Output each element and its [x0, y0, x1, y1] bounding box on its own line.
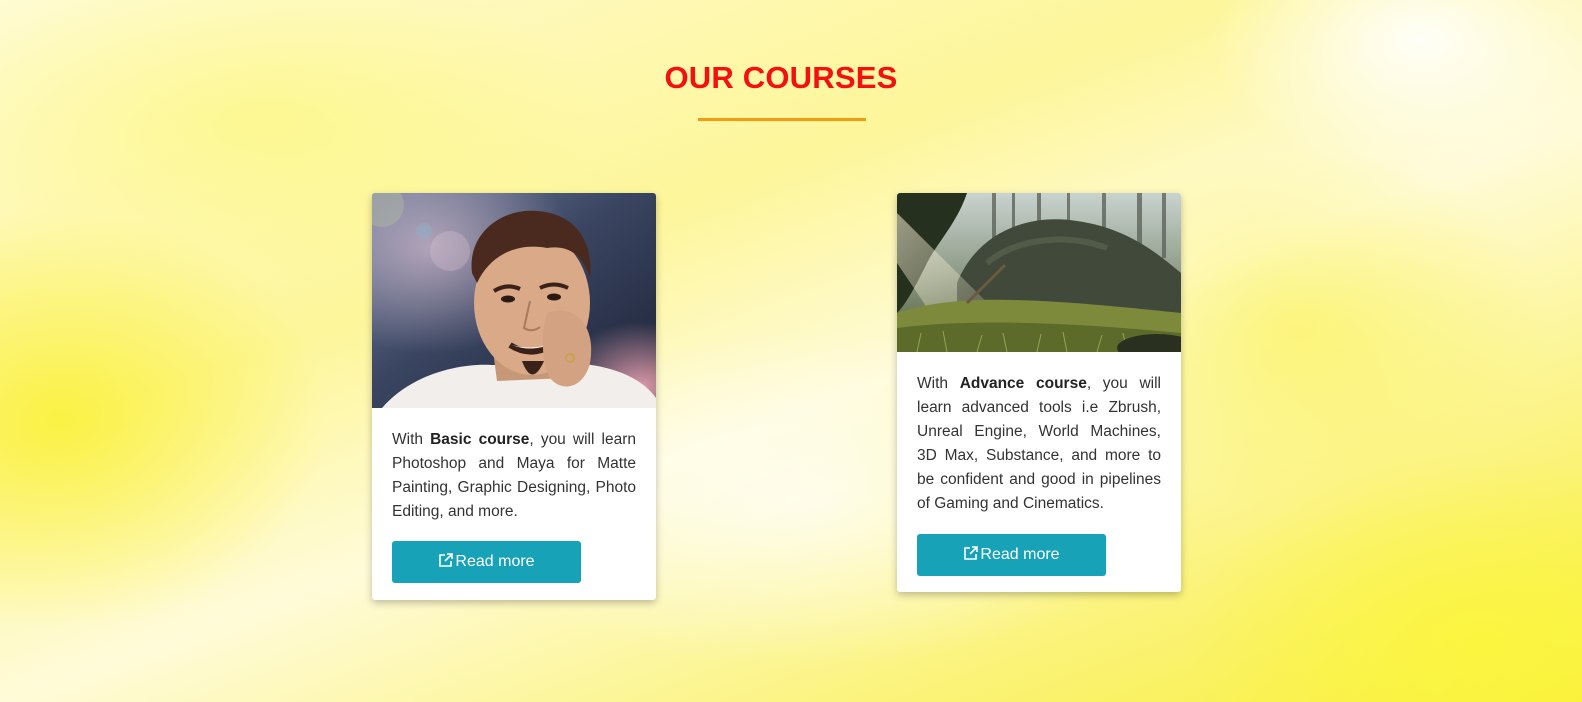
basic-course-description: With Basic course, you will learn Photos…: [392, 428, 636, 524]
read-more-label: Read more: [455, 553, 535, 570]
read-more-label: Read more: [980, 546, 1060, 563]
basic-course-image: [372, 193, 656, 408]
external-link-icon: [439, 553, 454, 567]
read-more-button-advance[interactable]: Read more: [917, 534, 1106, 576]
course-name: Basic course: [430, 431, 530, 448]
portrait-image: [372, 193, 656, 408]
advance-course-description: With Advance course, you will learn adva…: [917, 372, 1161, 516]
course-card-advance: With Advance course, you will learn adva…: [897, 193, 1181, 592]
course-name: Advance course: [959, 375, 1087, 392]
course-card-basic: With Basic course, you will learn Photos…: [372, 193, 656, 600]
external-link-icon: [964, 546, 979, 560]
forest-landscape-image: [897, 193, 1181, 352]
text-prefix: With: [917, 375, 960, 392]
text-suffix: , you will learn advanced tools i.e Zbru…: [917, 375, 1161, 512]
title-underline: [698, 118, 866, 121]
read-more-button-basic[interactable]: Read more: [392, 541, 581, 583]
section-title: OUR COURSES: [664, 60, 898, 95]
advance-course-image: [897, 193, 1181, 352]
text-prefix: With: [392, 431, 431, 448]
